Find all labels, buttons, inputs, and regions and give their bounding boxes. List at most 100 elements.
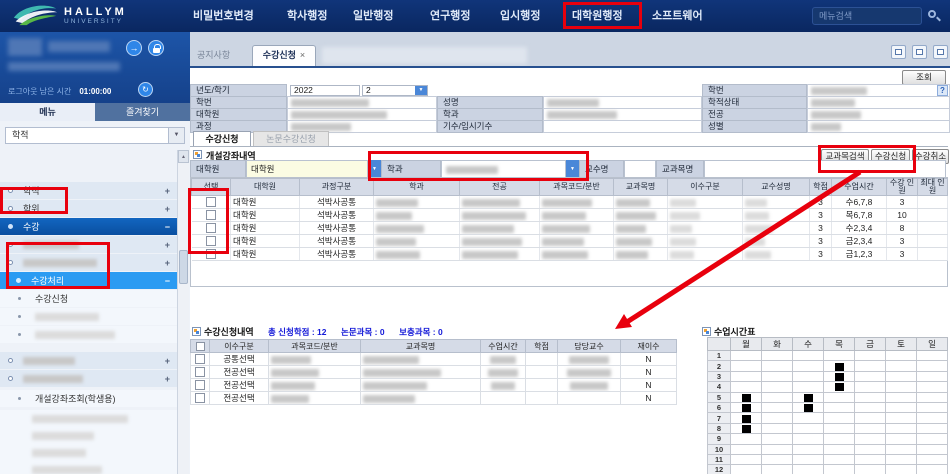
- timetable-period-label: 2: [708, 361, 731, 371]
- chevron-down-icon[interactable]: ▼: [566, 160, 579, 178]
- scroll-up-icon[interactable]: ▲: [178, 150, 189, 163]
- redacted: [23, 259, 97, 267]
- sidebar: → 로그아웃 남은 시간01:00:00 ↻ 메뉴 즐겨찾기 학적 ▼ 학적+ …: [0, 32, 190, 474]
- course-row[interactable]: 대학원석박사공통 3수2,3,48: [192, 222, 948, 235]
- col-enrolled: 수강 인원: [887, 179, 918, 196]
- sidebar-scrollbar[interactable]: ▲: [177, 150, 189, 474]
- lock-icon[interactable]: [148, 40, 164, 56]
- collapse-icon[interactable]: −: [165, 222, 170, 232]
- registered-row[interactable]: 전공선택 N: [191, 392, 677, 405]
- year-input[interactable]: 2022: [290, 85, 360, 96]
- course-row[interactable]: 대학원석박사공통 3금1,2,33: [192, 248, 948, 261]
- sidebar-tab-menu[interactable]: 메뉴: [0, 103, 95, 121]
- semester-dropdown-icon[interactable]: ▼: [415, 86, 427, 95]
- tree-item-sugang-cheori[interactable]: 수강처리−: [0, 272, 177, 289]
- tree-item-redacted[interactable]: [0, 427, 177, 444]
- row-checkbox[interactable]: [206, 249, 216, 259]
- course-row[interactable]: 대학원석박사공통 3금2,3,43: [192, 235, 948, 248]
- close-icon[interactable]: ×: [300, 50, 305, 60]
- tree-item-sugang[interactable]: 수강−: [0, 218, 177, 235]
- redacted: [670, 212, 700, 220]
- layout-collapse-icon[interactable]: [891, 45, 906, 59]
- menu-search-input[interactable]: [812, 7, 922, 25]
- tree-item-sugang-sincheong[interactable]: 수강신청: [0, 290, 177, 307]
- tab-notice[interactable]: 공지사항: [197, 48, 230, 61]
- filter-course-name-input[interactable]: [704, 160, 946, 178]
- tree-item-hakjeok[interactable]: 학적+: [0, 182, 177, 199]
- nav-software[interactable]: 소프트웨어: [652, 0, 703, 32]
- help-icon[interactable]: ?: [937, 85, 948, 96]
- tree-item-redacted[interactable]: [0, 326, 177, 343]
- filter-graduate-input[interactable]: 대학원: [246, 160, 368, 178]
- filter-professor-input[interactable]: [624, 160, 656, 178]
- collapse-icon[interactable]: −: [165, 276, 170, 286]
- tree-item-redacted[interactable]: +: [0, 254, 177, 271]
- row-checkbox[interactable]: [195, 380, 205, 390]
- redacted: [547, 99, 599, 107]
- nav-password-change[interactable]: 비밀번호변경: [193, 0, 254, 32]
- expand-icon[interactable]: +: [165, 356, 170, 366]
- tree-item-redacted[interactable]: [0, 410, 177, 427]
- row-checkbox[interactable]: [206, 223, 216, 233]
- row-checkbox[interactable]: [195, 393, 205, 403]
- redacted: [542, 212, 586, 220]
- registered-row[interactable]: 전공선택 N: [191, 379, 677, 392]
- nav-graduate-admin[interactable]: 대학원행정: [572, 0, 623, 32]
- logout-icon[interactable]: →: [126, 40, 142, 56]
- row-checkbox[interactable]: [206, 197, 216, 207]
- layout-expand-icon[interactable]: [912, 45, 927, 59]
- chevron-down-icon[interactable]: ▼: [168, 128, 184, 143]
- query-button[interactable]: 조회: [902, 70, 946, 85]
- col-select-all: [191, 340, 210, 353]
- tree-item-course-list-student[interactable]: 개설강좌조회(학생용): [0, 390, 177, 407]
- expand-icon[interactable]: +: [165, 186, 170, 196]
- expand-icon[interactable]: +: [165, 374, 170, 384]
- timetable-cell: [731, 423, 762, 433]
- registered-row[interactable]: 전공선택 N: [191, 366, 677, 379]
- course-row[interactable]: 대학원석박사공통 3목6,7,810: [192, 209, 948, 222]
- tree-item-redacted[interactable]: [0, 444, 177, 461]
- expand-icon[interactable]: +: [165, 258, 170, 268]
- course-row[interactable]: 대학원석박사공통 3수6,7,83: [192, 196, 948, 209]
- nav-academic-admin[interactable]: 학사행정: [287, 0, 327, 32]
- row-checkbox[interactable]: [206, 210, 216, 220]
- tree-item-redacted[interactable]: +: [0, 370, 177, 387]
- select-all-checkbox[interactable]: [196, 342, 205, 351]
- chevron-down-icon[interactable]: ▼: [368, 160, 381, 178]
- subtab-course-registration[interactable]: 수강신청: [193, 131, 251, 147]
- timetable-cell: [917, 423, 948, 433]
- university-logo[interactable]: HALLYM UNIVERSITY: [12, 3, 127, 27]
- nav-admission-admin[interactable]: 입시행정: [500, 0, 540, 32]
- refresh-icon[interactable]: ↻: [138, 82, 153, 97]
- expand-icon[interactable]: +: [165, 204, 170, 214]
- tree-item-redacted[interactable]: [0, 308, 177, 325]
- tree-item-redacted[interactable]: +: [0, 352, 177, 369]
- sidebar-tab-favorites[interactable]: 즐겨찾기: [95, 103, 190, 121]
- timetable-cell: [917, 382, 948, 392]
- tree-item-redacted[interactable]: [0, 461, 177, 474]
- search-icon[interactable]: [928, 10, 936, 18]
- close-all-tabs-icon[interactable]: [933, 45, 948, 59]
- registered-row[interactable]: 공통선택 N: [191, 353, 677, 366]
- timetable-cell: [855, 444, 886, 454]
- registered-section-title: 수강신청내역: [204, 325, 254, 338]
- timetable-cell: [886, 371, 917, 381]
- filter-label-department: 학과: [381, 160, 441, 178]
- timetable-day-header: 화: [762, 338, 793, 351]
- row-checkbox[interactable]: [195, 367, 205, 377]
- tree-item-hakwi[interactable]: 학위+: [0, 200, 177, 217]
- expand-icon[interactable]: +: [165, 240, 170, 250]
- filter-department-input[interactable]: [441, 160, 566, 178]
- nav-general-admin[interactable]: 일반행정: [353, 0, 393, 32]
- subtab-thesis-registration[interactable]: 논문수강신청: [253, 131, 329, 147]
- scrollbar-thumb[interactable]: [179, 250, 188, 284]
- redacted: [616, 212, 656, 220]
- redacted: [745, 212, 769, 220]
- row-checkbox[interactable]: [206, 236, 216, 246]
- tab-course-registration[interactable]: 수강신청×: [252, 45, 316, 66]
- nav-research-admin[interactable]: 연구행정: [430, 0, 470, 32]
- total-credits-stat: 총 신청학점 : 12: [268, 327, 327, 337]
- tree-item-redacted[interactable]: +: [0, 236, 177, 253]
- tree-filter-dropdown[interactable]: 학적 ▼: [5, 127, 185, 144]
- row-checkbox[interactable]: [195, 354, 205, 364]
